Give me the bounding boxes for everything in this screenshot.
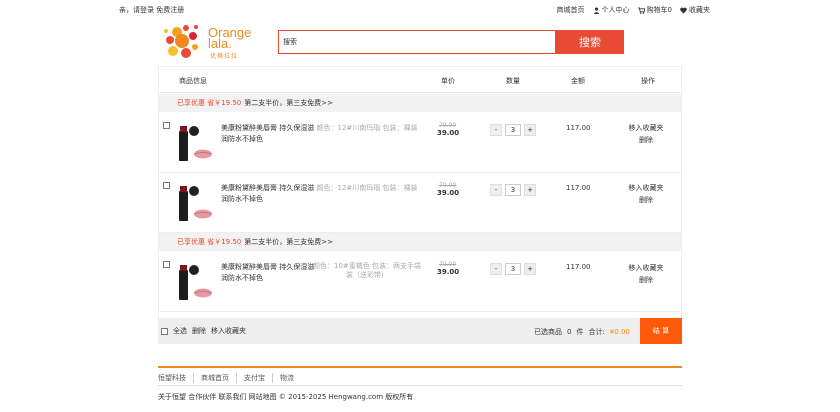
quantity-stepper: - 3 + — [490, 263, 536, 275]
heart-icon — [680, 7, 687, 14]
item-checkbox[interactable] — [163, 122, 170, 129]
selected-label: 已选商品 — [534, 328, 562, 336]
item-price: 39.00 — [437, 189, 460, 197]
search-box — [278, 30, 556, 54]
item-attributes: 颜色：10#蜜橘色 包装：两支手袋装（送彩带） — [313, 262, 421, 279]
search-button[interactable]: 搜索 — [556, 30, 624, 54]
item-old-price: 79.00 — [439, 182, 457, 189]
top-left-links: 亲，请登录 免费注册 — [119, 5, 184, 15]
register-link[interactable]: 免费注册 — [156, 6, 184, 14]
login-link[interactable]: 亲，请登录 — [119, 6, 154, 14]
item-attributes: 颜色：12#川南玛瑙 包装：裸装 — [316, 184, 418, 192]
item-operations: 移入收藏夹 删除 — [622, 182, 670, 206]
item-operations: 移入收藏夹 删除 — [622, 262, 670, 286]
item-title-link[interactable]: 美康粉黛醉美唇膏 持久保湿滋润防水不掉色 — [221, 123, 316, 145]
select-all-checkbox[interactable] — [161, 327, 168, 335]
item-title-link[interactable]: 美康粉黛醉美唇膏 持久保湿滋润防水不掉色 — [221, 183, 316, 205]
increase-button[interactable]: + — [524, 184, 536, 196]
cart-icon — [637, 6, 645, 14]
select-all-label[interactable]: 全选 — [173, 326, 187, 336]
footer-divider — [158, 366, 682, 368]
item-operations: 移入收藏夹 删除 — [622, 122, 670, 146]
footer-link[interactable]: 支付宝 — [237, 373, 273, 383]
delete-item-link[interactable]: 删除 — [622, 134, 670, 146]
header-amount: 金额 — [571, 77, 585, 85]
top-right-nav: 商城首页 个人中心 购物车0 收藏夹 — [557, 5, 710, 15]
favorites-label: 收藏夹 — [689, 6, 710, 14]
logo-wordmark: Orange lala. — [208, 26, 251, 50]
item-subtotal: 117.00 — [566, 263, 591, 271]
favorites-link[interactable]: 收藏夹 — [680, 5, 710, 15]
decrease-button[interactable]: - — [490, 184, 502, 196]
mall-home-label: 商城首页 — [556, 6, 585, 14]
quantity-input[interactable]: 3 — [505, 263, 521, 275]
item-subtotal: 117.00 — [566, 184, 591, 192]
quantity-input[interactable]: 3 — [505, 124, 521, 136]
cart-label: 购物车0 — [646, 6, 672, 14]
lipstick-thumbnail[interactable] — [176, 182, 214, 222]
move-to-favorites-link[interactable]: 移入收藏夹 — [622, 262, 670, 274]
quantity-input[interactable]: 3 — [505, 184, 521, 196]
move-to-favorites-link[interactable]: 移入收藏夹 — [622, 122, 670, 134]
item-attributes: 颜色：12#川南玛瑙 包装：裸装 — [316, 124, 418, 132]
item-subtotal: 117.00 — [566, 124, 591, 132]
quantity-stepper: - 3 + — [490, 184, 536, 196]
mall-home-link[interactable]: 商城首页 — [557, 5, 585, 15]
lipstick-thumbnail[interactable] — [176, 122, 214, 162]
promo-text-link[interactable]: 第二支半价，第三支免费>> — [244, 237, 333, 247]
footer-link[interactable]: 恒望科技 — [158, 373, 194, 383]
footer-links: 恒望科技 商城首页 支付宝 物流 — [158, 373, 301, 383]
cart-link[interactable]: 购物车0 — [637, 5, 672, 15]
bulk-actions: 全选 删除 移入收藏夹 — [161, 326, 246, 336]
cart-table-header — [158, 66, 682, 93]
move-to-favorites-link[interactable]: 移入收藏夹 — [622, 182, 670, 194]
decrease-button[interactable]: - — [490, 263, 502, 275]
total-label: 合计: — [588, 328, 605, 336]
bulk-delete-link[interactable]: 删除 — [192, 326, 206, 336]
checkout-button[interactable]: 结 算 — [640, 318, 682, 344]
delete-item-link[interactable]: 删除 — [622, 194, 670, 206]
header-ops: 操作 — [641, 77, 655, 85]
total-value: ¥0.00 — [609, 328, 630, 336]
user-icon — [593, 6, 600, 14]
header-info: 商品信息 — [179, 77, 207, 85]
user-center-label: 个人中心 — [601, 6, 630, 14]
header-qty: 数量 — [506, 77, 520, 85]
selected-count: 0 — [567, 328, 572, 336]
footer-separator — [158, 385, 682, 386]
item-title-link[interactable]: 美康粉黛醉美唇膏 持久保湿滋润防水不掉色 — [221, 262, 316, 284]
cart-summary: 已选商品 0 件 合计: ¥0.00 — [534, 327, 630, 337]
item-old-price: 79.00 — [439, 261, 457, 268]
selected-unit: 件 — [576, 328, 584, 336]
increase-button[interactable]: + — [524, 124, 536, 136]
user-center-link[interactable]: 个人中心 — [593, 5, 630, 15]
quantity-stepper: - 3 + — [490, 124, 536, 136]
promo-highlight: 已享优惠 省￥19.50 — [177, 238, 242, 246]
lipstick-thumbnail[interactable] — [176, 261, 214, 301]
item-old-price: 79.00 — [439, 122, 457, 129]
delete-item-link[interactable]: 删除 — [622, 274, 670, 286]
bulk-move-favorites-link[interactable]: 移入收藏夹 — [211, 326, 246, 336]
promo-bar: 已享优惠 省￥19.50 第二支半价，第三支免费>> — [158, 233, 682, 251]
promo-bar: 已享优惠 省￥19.50 第二支半价，第三支免费>> — [158, 94, 682, 112]
footer-link[interactable]: 物流 — [273, 373, 301, 383]
logo-subtitle: 优格拉拉 — [210, 53, 239, 60]
item-price: 39.00 — [437, 129, 460, 137]
item-checkbox[interactable] — [163, 182, 170, 189]
header-price: 单价 — [441, 77, 455, 85]
item-price: 39.00 — [437, 268, 460, 276]
item-checkbox[interactable] — [163, 261, 170, 268]
copyright-text: 关于恒望 合作伙伴 联系我们 网站地图 © 2015-2025 Hengwang… — [158, 393, 414, 401]
promo-text-link[interactable]: 第二支半价，第三支免费>> — [244, 98, 333, 108]
promo-highlight: 已享优惠 省￥19.50 — [177, 99, 242, 107]
footer-link[interactable]: 商城首页 — [194, 373, 237, 383]
search-input[interactable] — [283, 35, 543, 49]
decrease-button[interactable]: - — [490, 124, 502, 136]
increase-button[interactable]: + — [524, 263, 536, 275]
